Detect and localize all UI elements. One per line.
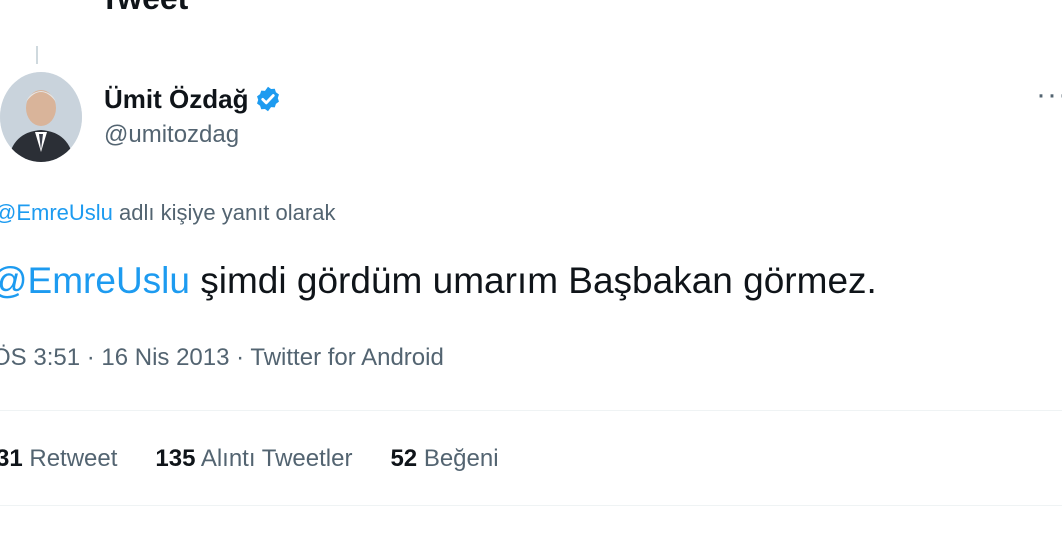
reply-context: @EmreUslu adlı kişiye yanıt olarak — [0, 199, 335, 227]
stat-label: Beğeni — [423, 445, 499, 472]
avatar-image — [0, 72, 82, 162]
arrow-left-icon: ← — [0, 0, 26, 8]
stat-label: Alıntı Tweetler — [200, 445, 353, 472]
reply-context-text: adlı kişiye yanıt olarak — [112, 200, 336, 225]
more-button[interactable]: ··· — [1036, 80, 1062, 110]
avatar[interactable] — [0, 72, 82, 162]
back-button[interactable]: ← — [0, 0, 26, 6]
tweet-body: şimdi gördüm umarım Başbakan görmez. — [189, 260, 877, 301]
tweet-date[interactable]: 16 Nis 2013 — [101, 344, 229, 371]
author-handle[interactable]: @umitozdag — [104, 121, 239, 149]
tweet-source-link[interactable]: Twitter for Android — [250, 344, 443, 371]
stat-label: Retweet — [29, 445, 118, 472]
tweet-text: @EmreUslu şimdi gördüm umarım Başbakan g… — [0, 258, 877, 304]
likes-stat[interactable]: 52 Beğeni — [390, 444, 498, 474]
meta-separator: · — [229, 344, 251, 371]
page-title: Tweet — [100, 0, 188, 14]
more-horizontal-icon: ··· — [1036, 78, 1062, 111]
tweet-meta: ÖS 3:51 · 16 Nis 2013 · Twitter for Andr… — [0, 343, 444, 373]
tweet-time[interactable]: ÖS 3:51 — [0, 344, 80, 371]
tweet-stats: 31 Retweet 135 Alıntı Tweetler 52 Beğeni — [0, 444, 499, 474]
author-display-name[interactable]: Ümit Özdağ — [104, 84, 248, 114]
thread-line — [36, 46, 38, 64]
stat-count: 31 — [0, 445, 23, 472]
quote-tweets-stat[interactable]: 135 Alıntı Tweetler — [155, 444, 352, 474]
tweet-mention-link[interactable]: @EmreUslu — [0, 260, 190, 301]
stat-count: 135 — [155, 445, 196, 472]
verified-badge-icon — [254, 85, 282, 113]
divider — [0, 505, 1062, 506]
stat-count: 52 — [390, 445, 418, 472]
retweets-stat[interactable]: 31 Retweet — [0, 444, 117, 474]
divider — [0, 410, 1062, 411]
meta-separator: · — [80, 344, 102, 371]
reply-mention-link[interactable]: @EmreUslu — [0, 200, 113, 225]
author-name-row[interactable]: Ümit Özdağ — [104, 84, 282, 114]
